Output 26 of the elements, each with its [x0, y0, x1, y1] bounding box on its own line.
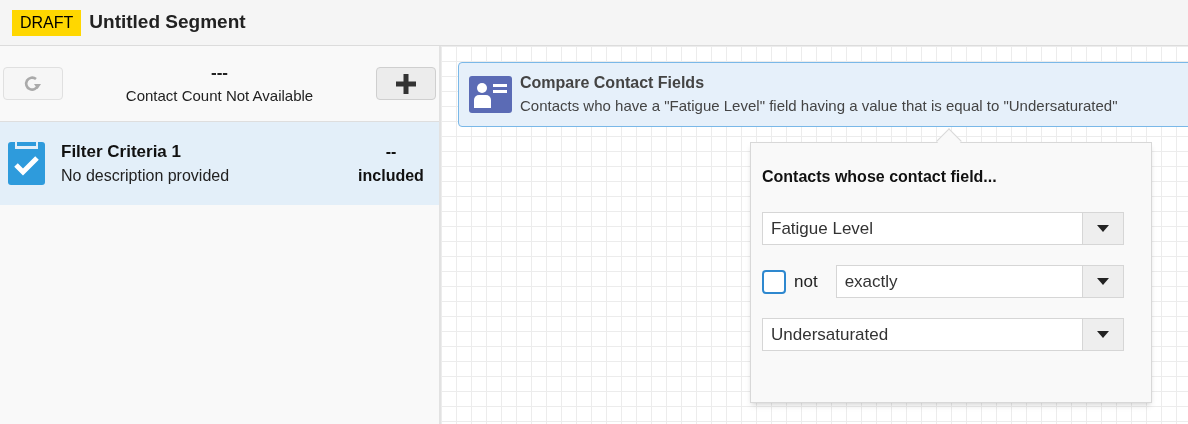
- draft-badge: DRAFT: [12, 9, 82, 36]
- rule-card[interactable]: Compare Contact Fields Contacts who have a "Fatigue Level" field having a value that is equal to "Undersaturated": [458, 62, 1188, 127]
- caret-icon: [1097, 278, 1109, 285]
- criteria-title: Filter Criteria 1: [61, 140, 182, 163]
- contact-card-icon: [469, 76, 512, 113]
- clipboard-check-icon: [8, 142, 45, 185]
- caret-icon: [1097, 331, 1109, 338]
- popover-heading: Contacts whose contact field...: [762, 167, 998, 187]
- caret-icon: [1097, 225, 1109, 232]
- criteria-description: No description provided: [61, 166, 231, 187]
- refresh-icon: [23, 73, 43, 94]
- rule-description: Contacts who have a "Fatigue Level" field having a value that is equal to "Undersaturated": [520, 96, 1118, 117]
- rule-title: Compare Contact Fields: [520, 73, 706, 94]
- not-checkbox[interactable]: [762, 269, 786, 294]
- contact-count: ---: [211, 61, 228, 84]
- criteria-item[interactable]: Filter Criteria 1 No description provided -- included: [0, 122, 439, 205]
- segment-title: Untitled Segment: [89, 10, 246, 35]
- field-select[interactable]: Fatigue Level: [762, 212, 1124, 245]
- plus-icon: [396, 73, 416, 94]
- criteria-count: --: [385, 141, 397, 162]
- value-select[interactable]: Undersaturated: [762, 318, 1124, 351]
- contact-count-label: Contact Count Not Available: [125, 86, 314, 106]
- criteria-status: included: [358, 165, 424, 186]
- add-button[interactable]: [376, 67, 436, 100]
- operator-select[interactable]: exactly: [835, 265, 1124, 298]
- not-label: not: [794, 270, 818, 293]
